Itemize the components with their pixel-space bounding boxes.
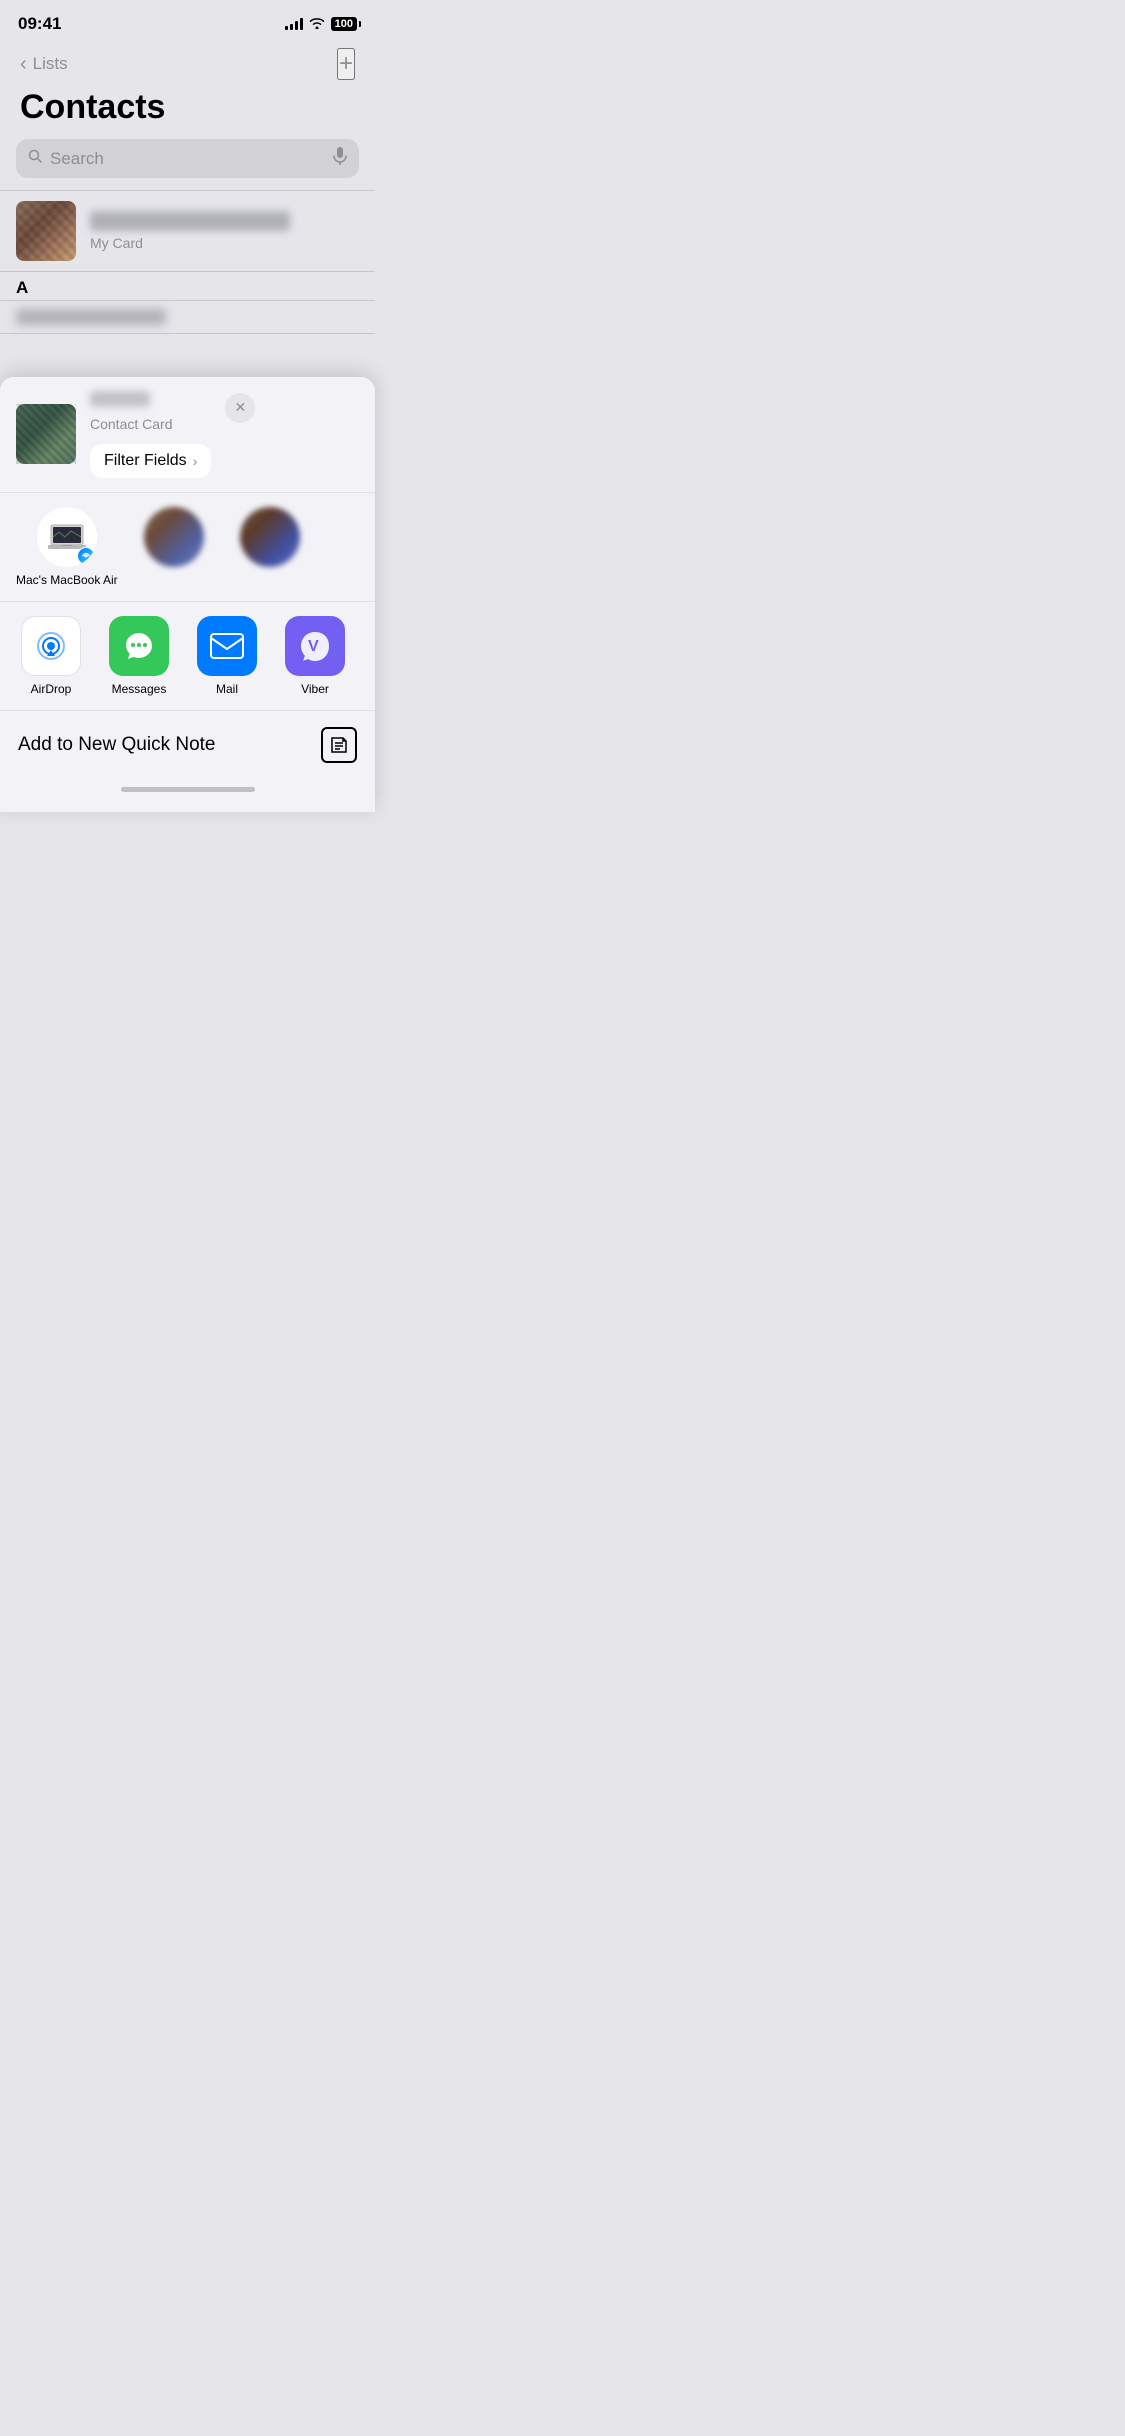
divider-contact bbox=[0, 333, 375, 334]
search-input[interactable]: Search bbox=[50, 149, 325, 169]
macbook-svg bbox=[48, 524, 86, 550]
share-sheet: Contact Card Filter Fields › ✕ bbox=[0, 377, 375, 812]
signal-bar-4 bbox=[300, 18, 303, 30]
macbook-icon bbox=[48, 524, 86, 550]
battery-icon: 100 bbox=[331, 17, 357, 31]
home-indicator bbox=[0, 779, 375, 812]
sheet-contact-card-label: Contact Card bbox=[90, 416, 211, 432]
page-title: Contacts bbox=[20, 88, 355, 127]
nav-bar: ‹ Lists + bbox=[0, 40, 375, 84]
mac-avatar-circle bbox=[37, 507, 97, 567]
airdrop-person-2[interactable] bbox=[230, 507, 310, 587]
back-label: Lists bbox=[33, 54, 68, 74]
mac-device-name: Mac's MacBook Air bbox=[16, 573, 118, 587]
messages-icon-svg bbox=[122, 629, 156, 663]
app-item-airdrop[interactable]: AirDrop bbox=[16, 616, 86, 696]
app-item-mail[interactable]: Mail bbox=[192, 616, 262, 696]
my-card-name-blurred bbox=[90, 211, 290, 231]
signal-bar-1 bbox=[285, 26, 288, 30]
messages-app-icon bbox=[109, 616, 169, 676]
viber-icon-svg: V bbox=[297, 628, 333, 664]
filter-fields-button[interactable]: Filter Fields › bbox=[90, 444, 211, 478]
airdrop-app-icon bbox=[21, 616, 81, 676]
close-icon: ✕ bbox=[234, 399, 246, 416]
my-card-label: My Card bbox=[90, 235, 359, 251]
quick-note-icon bbox=[321, 727, 357, 763]
apps-section: AirDrop Messages Mail bbox=[0, 602, 375, 711]
chevron-left-icon: ‹ bbox=[20, 53, 27, 76]
signal-bar-2 bbox=[290, 24, 293, 30]
signal-bars-icon bbox=[285, 18, 303, 30]
contact-card-section: Contact Card Filter Fields › ✕ bbox=[0, 377, 375, 493]
search-container: Search bbox=[0, 139, 375, 190]
quick-note-svg bbox=[329, 735, 349, 755]
my-card-row[interactable]: My Card bbox=[0, 191, 375, 271]
sheet-contact-name-blurred bbox=[90, 391, 150, 407]
contact-name-blurred-1 bbox=[16, 309, 166, 325]
quick-note-row[interactable]: Add to New Quick Note bbox=[0, 711, 375, 779]
section-header-a: A bbox=[0, 272, 375, 300]
close-sheet-button[interactable]: ✕ bbox=[225, 393, 255, 423]
person-1-avatar bbox=[144, 507, 204, 567]
airdrop-person-1[interactable] bbox=[134, 507, 214, 587]
filter-fields-label: Filter Fields bbox=[104, 452, 187, 470]
page-title-container: Contacts bbox=[0, 84, 375, 139]
sheet-contact-avatar bbox=[16, 404, 76, 464]
svg-text:V: V bbox=[308, 638, 319, 655]
status-icons: 100 bbox=[285, 16, 357, 32]
airdrop-app-label: AirDrop bbox=[31, 682, 72, 696]
search-icon bbox=[28, 149, 42, 168]
search-bar[interactable]: Search bbox=[16, 139, 359, 178]
back-button[interactable]: ‹ Lists bbox=[20, 53, 68, 76]
airdrop-signal-inner bbox=[78, 548, 94, 564]
messages-app-label: Messages bbox=[112, 682, 167, 696]
app-item-viber[interactable]: V Viber bbox=[280, 616, 350, 696]
app-item-messages[interactable]: Messages bbox=[104, 616, 174, 696]
add-contact-button[interactable]: + bbox=[337, 48, 355, 80]
status-bar: 09:41 100 bbox=[0, 0, 375, 40]
mail-icon-svg bbox=[209, 632, 245, 660]
person-2-avatar bbox=[240, 507, 300, 567]
airdrop-device-mac[interactable]: Mac's MacBook Air bbox=[16, 507, 118, 587]
home-bar bbox=[121, 787, 255, 792]
contact-row-1[interactable] bbox=[0, 301, 375, 333]
airdrop-waves-svg bbox=[81, 551, 91, 561]
section-letter-a: A bbox=[16, 278, 28, 297]
status-time: 09:41 bbox=[18, 14, 61, 34]
people-section: Mac's MacBook Air bbox=[0, 493, 375, 602]
mail-app-icon bbox=[197, 616, 257, 676]
mic-icon[interactable] bbox=[333, 147, 347, 170]
viber-app-label: Viber bbox=[301, 682, 329, 696]
filter-fields-chevron-icon: › bbox=[193, 453, 198, 469]
viber-app-icon: V bbox=[285, 616, 345, 676]
my-card-avatar bbox=[16, 201, 76, 261]
quick-note-label: Add to New Quick Note bbox=[18, 734, 215, 756]
sheet-contact-info: Contact Card Filter Fields › bbox=[90, 391, 211, 478]
airdrop-signal-icon bbox=[77, 547, 95, 565]
airdrop-icon-svg bbox=[33, 628, 69, 664]
my-card-info: My Card bbox=[90, 211, 359, 251]
signal-bar-3 bbox=[295, 21, 298, 30]
mail-app-label: Mail bbox=[216, 682, 238, 696]
wifi-icon bbox=[309, 16, 325, 32]
